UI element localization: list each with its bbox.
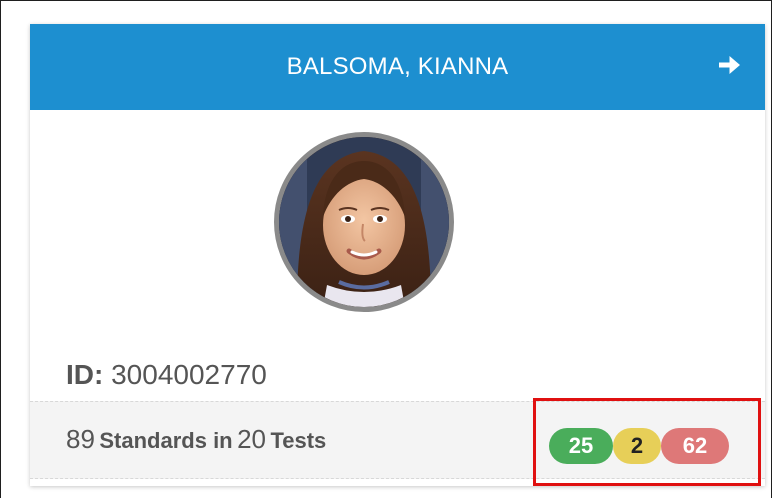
arrow-right-icon[interactable] (715, 51, 743, 79)
avatar (274, 132, 454, 312)
standards-summary: 89 Standards in 20 Tests (66, 424, 326, 455)
standards-count: 89 (66, 424, 95, 454)
student-name[interactable]: BALSOMA, KIANNA (30, 24, 765, 110)
standards-label: Standards in (99, 428, 233, 453)
mastery-badge-yellow[interactable]: 2 (613, 428, 661, 464)
student-id-row: ID: 3004002770 (66, 359, 267, 391)
tests-count: 20 (237, 424, 266, 454)
mastery-badge-red[interactable]: 62 (661, 428, 729, 464)
tests-label: Tests (270, 428, 327, 453)
student-photo (279, 137, 449, 307)
mastery-badge-green[interactable]: 25 (549, 428, 613, 464)
id-value: 3004002770 (111, 359, 267, 390)
id-label: ID: (66, 359, 104, 390)
card-header: BALSOMA, KIANNA (30, 24, 765, 110)
